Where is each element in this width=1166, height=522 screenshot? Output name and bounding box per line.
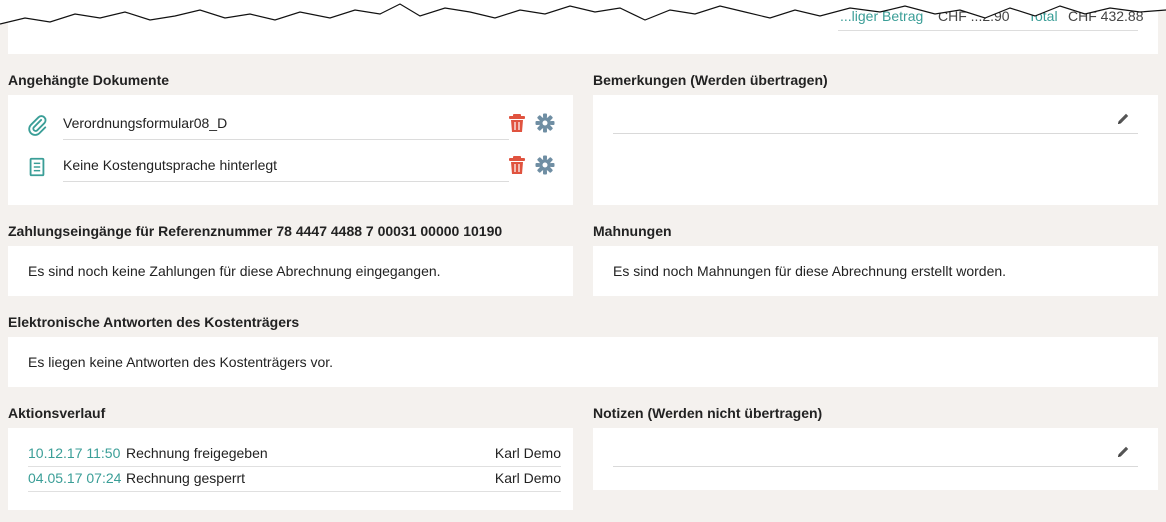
gear-icon[interactable] [534,154,556,176]
document-row: Verordnungsformular08_D [8,105,581,147]
notes-panel [593,428,1158,490]
payments-title: Zahlungseingänge für Referenznummer 78 4… [8,223,503,239]
pencil-icon[interactable] [1116,112,1130,126]
notes-title: Notizen (Werden nicht übertragen) [593,405,823,421]
notes-input[interactable] [613,466,1138,467]
reminders-panel: Es sind noch Mahnungen für diese Abrechn… [593,246,1158,296]
actions-panel: 10.12.17 11:50 Rechnung freigegeben Karl… [8,428,573,510]
action-user: Karl Demo [494,470,561,486]
payments-message: Es sind noch keine Zahlungen für diese A… [28,263,441,279]
gear-icon[interactable] [534,112,556,134]
reminders-message: Es sind noch Mahnungen für diese Abrechn… [613,263,1007,279]
responses-panel: Es liegen keine Antworten des Kostenträg… [8,337,1158,387]
remarks-input[interactable] [613,133,1138,134]
responses-message: Es liegen keine Antworten des Kostenträg… [28,354,334,370]
action-log-row: 10.12.17 11:50 Rechnung freigegeben Karl… [28,442,561,467]
delete-icon[interactable] [506,154,528,176]
document-name[interactable]: Keine Kostengutsprache hinterlegt [63,157,509,182]
remarks-panel [593,95,1158,205]
action-time: 10.12.17 11:50 [28,445,121,461]
action-log-row: 04.05.17 07:24 Rechnung gesperrt Karl De… [28,467,561,492]
documents-panel: Verordnungsformular08_D Keine Kostenguts… [8,95,573,205]
document-name[interactable]: Verordnungsformular08_D [63,115,509,140]
actions-title: Aktionsverlauf [8,405,106,421]
action-text: Rechnung gesperrt [126,470,246,486]
delete-icon[interactable] [506,112,528,134]
responses-title: Elektronische Antworten des Kostenträger… [8,314,300,330]
reminders-title: Mahnungen [593,223,672,239]
action-user: Karl Demo [494,445,561,461]
document-icon [29,157,45,177]
document-row: Keine Kostengutsprache hinterlegt [8,147,581,189]
payments-panel: Es sind noch keine Zahlungen für diese A… [8,246,573,296]
torn-edge [0,0,1166,25]
action-time: 04.05.17 07:24 [28,470,122,486]
remarks-title: Bemerkungen (Werden übertragen) [593,72,828,88]
documents-title: Angehängte Dokumente [8,72,170,88]
action-text: Rechnung freigegeben [126,445,268,461]
pencil-icon[interactable] [1116,445,1130,459]
paperclip-icon [28,115,47,136]
